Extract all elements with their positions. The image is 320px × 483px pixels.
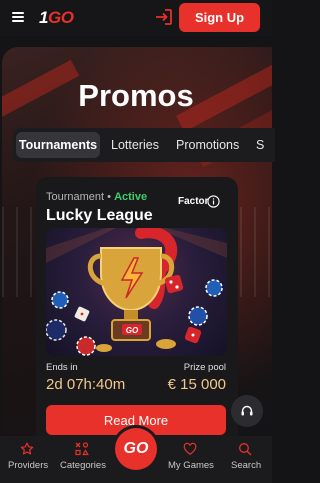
status-badge: Active [114,191,148,203]
page-title: Promos [78,78,194,113]
ends-in-value: 2d 07h:40m [46,376,126,393]
trophy-badge-text: GO [126,326,139,335]
menu-icon[interactable] [12,12,24,22]
promo-tabs: Tournaments Lotteries Promotions S [13,128,275,162]
tournament-title: Lucky League [46,207,153,224]
brand-logo[interactable]: 1GO [39,8,74,28]
prize-pool-label: Prize pool [183,362,226,373]
support-chat-button[interactable] [231,395,263,427]
heart-icon [183,442,197,455]
tournament-image: GO [46,228,227,356]
tab-promotions[interactable]: Promotions [176,132,239,158]
ends-in-label: Ends in [46,362,78,373]
go-home-button[interactable]: GO [115,428,157,470]
nav-label-my-games: My Games [168,460,214,471]
nav-search[interactable]: Search [218,436,272,483]
provider-label: Factor [178,196,209,207]
headset-icon [241,405,253,416]
nav-my-games[interactable]: My Games [162,436,218,483]
nav-label-providers: Providers [8,460,49,471]
tab-lotteries[interactable]: Lotteries [111,132,159,158]
star-icon [20,442,34,455]
search-icon [239,443,252,456]
top-bar: 1GO Sign Up [0,0,272,36]
card-meta: Tournament • Active [46,191,147,203]
grid-shapes-icon [75,442,89,456]
nav-label-search: Search [231,460,262,471]
tab-tournaments[interactable]: Tournaments [16,132,100,158]
meta-separator: • [107,191,112,203]
logo-prefix: 1 [39,8,48,27]
prize-pool-value: € 15 000 [167,376,226,393]
tab-next-partial[interactable]: S [256,132,264,158]
tournament-card[interactable]: Tournament • Active Factor Lucky League … [36,177,238,439]
card-category: Tournament [46,191,105,203]
nav-categories[interactable]: Categories [54,436,110,483]
nav-label-categories: Categories [60,460,106,471]
login-icon[interactable] [154,7,174,27]
info-icon[interactable] [207,195,220,208]
nav-providers[interactable]: Providers [0,436,54,483]
signup-button[interactable]: Sign Up [179,3,260,32]
logo-suffix: GO [47,8,74,27]
